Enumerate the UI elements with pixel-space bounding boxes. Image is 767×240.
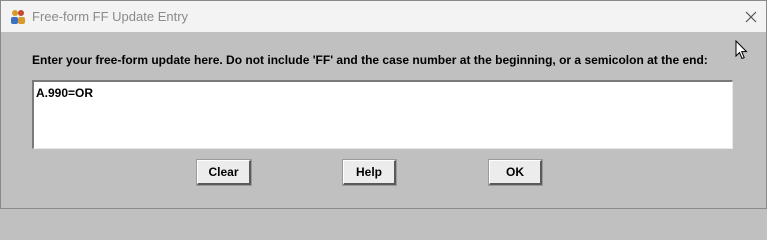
instruction-label: Enter your free-form update here. Do not… [32,53,708,67]
close-button[interactable] [735,3,765,30]
mouse-pointer-icon [735,40,748,60]
title-bar[interactable]: Free-form FF Update Entry [1,1,766,32]
people-icon [11,10,25,24]
window-title: Free-form FF Update Entry [32,9,189,24]
free-form-update-input[interactable]: A.990=OR [32,80,733,149]
ok-button[interactable]: OK [488,159,543,186]
close-icon[interactable] [735,3,765,30]
help-button[interactable]: Help [342,159,397,186]
clear-button[interactable]: Clear [196,159,252,186]
dialog-window: Free-form FF Update Entry Enter your fre… [0,0,767,209]
